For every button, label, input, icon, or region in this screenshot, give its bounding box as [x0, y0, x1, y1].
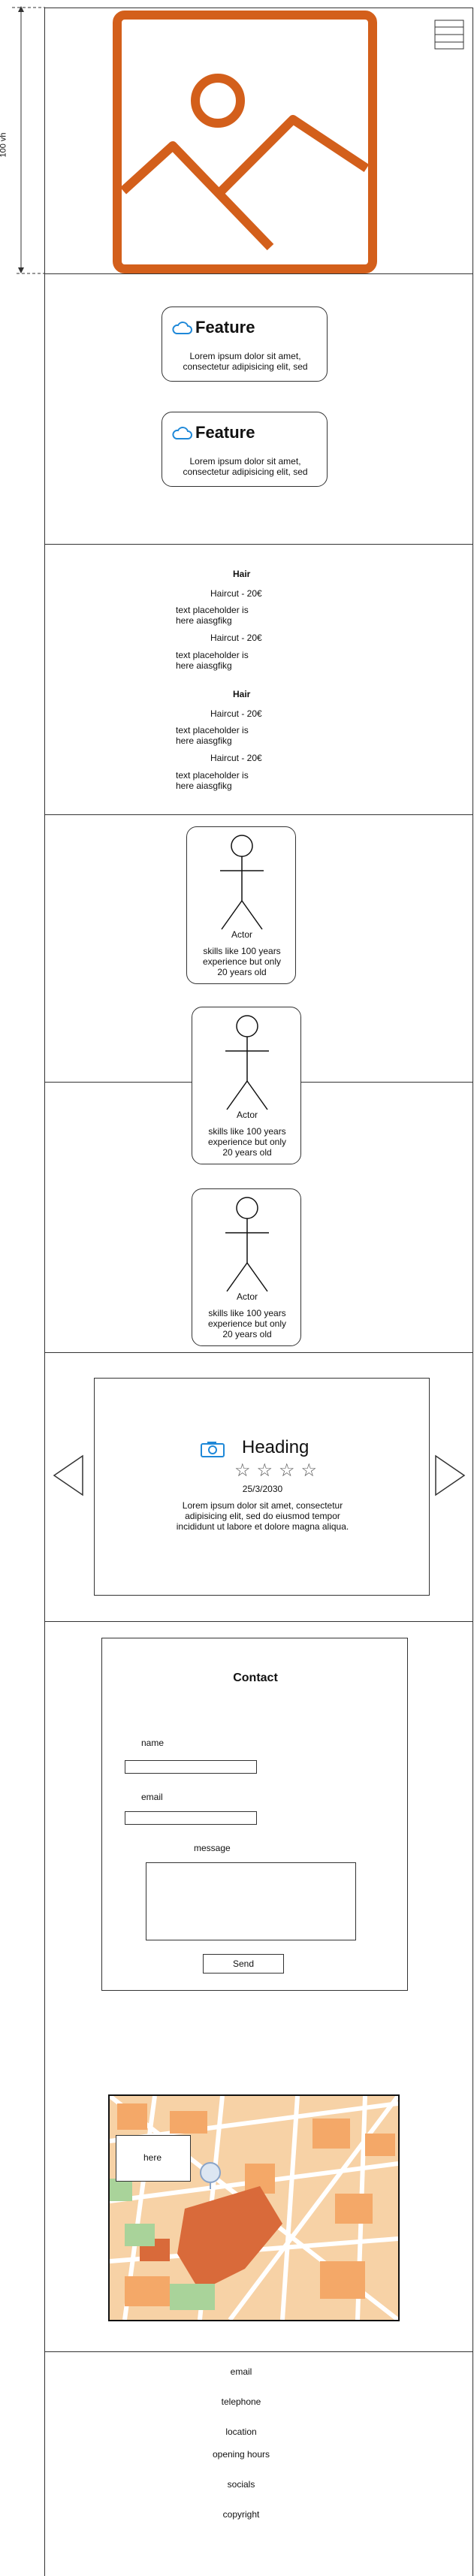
contact-form: Contact name email message Send: [101, 1638, 408, 1991]
star-icon: ☆: [256, 1460, 279, 1481]
footer: email telephone location opening hours s…: [44, 2351, 473, 2576]
team-bio: skills like 100 years experience but onl…: [187, 946, 297, 977]
team-role: Actor: [231, 929, 252, 940]
pricing-item-desc: here aiasgfikg: [176, 781, 232, 791]
carousel-next-arrow-icon[interactable]: [434, 1454, 466, 1496]
feature-text-line: Lorem ipsum dolor sit amet,: [189, 351, 301, 361]
actor-figure-icon: [225, 1197, 269, 1292]
map-image: [110, 2096, 398, 2320]
location-map[interactable]: here: [108, 2094, 400, 2321]
feature-card: Feature Lorem ipsum dolor sit amet, cons…: [162, 307, 328, 382]
team-bio-line: experience but only: [202, 956, 282, 967]
pricing-item-desc: text placeholder is: [176, 725, 249, 735]
pricing-item-desc: here aiasgfikg: [176, 615, 232, 626]
feature-text-line: consectetur adipisicing elit, sed: [183, 467, 308, 477]
feature-text: Lorem ipsum dolor sit amet, consectetur …: [162, 456, 328, 477]
review-heading: Heading: [242, 1437, 309, 1457]
section-divider: [44, 1621, 473, 1622]
send-button[interactable]: Send: [203, 1954, 284, 1974]
review-text-line: Lorem ipsum dolor sit amet, consectetur: [182, 1500, 343, 1511]
team-role: Actor: [236, 1291, 258, 1302]
footer-telephone-link[interactable]: telephone: [44, 2396, 438, 2407]
star-icon: ☆: [300, 1460, 324, 1481]
pricing-item-name: Haircut - 20€: [210, 708, 262, 719]
rating-stars: ☆☆☆☆: [234, 1460, 323, 1481]
pricing-item-name: Haircut - 20€: [210, 588, 262, 599]
team-bio-line: skills like 100 years: [203, 946, 281, 956]
pricing-heading: Hair: [233, 689, 251, 699]
footer-location-link[interactable]: location: [44, 2427, 438, 2437]
footer-email-link[interactable]: email: [44, 2366, 438, 2377]
footer-socials-link[interactable]: socials: [44, 2479, 438, 2490]
feature-title: Feature: [195, 318, 255, 337]
pricing-item-desc: here aiasgfikg: [176, 660, 232, 671]
actor-figure-icon: [225, 1015, 269, 1110]
team-bio-line: experience but only: [207, 1137, 287, 1147]
height-marker-label: 100 vh: [0, 132, 8, 158]
hero-image-icon: [113, 11, 377, 273]
team-bio: skills like 100 years experience but onl…: [192, 1308, 302, 1339]
camera-icon: [201, 1442, 225, 1457]
review-date: 25/3/2030: [242, 1484, 283, 1494]
map-marker-label: here: [143, 2152, 162, 2163]
review-text-line: adipisicing elit, sed do eiusmod tempor: [185, 1511, 340, 1521]
pricing-heading: Hair: [233, 569, 251, 579]
team-bio: skills like 100 years experience but onl…: [192, 1126, 302, 1158]
team-card: Actor skills like 100 years experience b…: [186, 826, 296, 984]
feature-card: Feature Lorem ipsum dolor sit amet, cons…: [162, 412, 328, 487]
team-card: Actor skills like 100 years experience b…: [192, 1007, 301, 1164]
cloud-icon: [172, 427, 192, 439]
review-text: Lorem ipsum dolor sit amet, consectetur …: [95, 1500, 430, 1532]
pricing-item-desc: here aiasgfikg: [176, 735, 232, 746]
pricing-item-desc: text placeholder is: [176, 650, 249, 660]
carousel-prev-arrow-icon[interactable]: [53, 1454, 84, 1496]
actor-figure-icon: [220, 835, 264, 930]
email-label: email: [141, 1792, 163, 1802]
name-label: name: [141, 1738, 165, 1748]
team-card: Actor skills like 100 years experience b…: [192, 1188, 301, 1346]
section-divider: [44, 273, 473, 274]
team-bio-line: skills like 100 years: [208, 1308, 286, 1318]
map-marker-callout: here: [116, 2135, 191, 2182]
hamburger-menu-icon[interactable]: [434, 20, 464, 50]
cloud-icon: [172, 322, 192, 334]
footer-opening-hours: opening hours: [212, 2449, 270, 2460]
pricing-item-desc: text placeholder is: [176, 770, 249, 781]
section-divider: [44, 544, 473, 545]
feature-text-line: consectetur adipisicing elit, sed: [183, 361, 308, 372]
star-icon: ☆: [234, 1460, 257, 1481]
viewport-height-marker: 100 vh: [0, 0, 53, 278]
feature-text-line: Lorem ipsum dolor sit amet,: [189, 456, 301, 467]
section-divider: [44, 1352, 473, 1353]
star-icon: ☆: [279, 1460, 301, 1481]
team-bio-line: 20 years old: [217, 967, 267, 977]
team-bio-line: skills like 100 years: [208, 1126, 286, 1137]
team-bio-line: 20 years old: [222, 1147, 272, 1158]
footer-copyright: copyright: [222, 2509, 260, 2520]
review-text-line: incididunt ut labore et dolore magna ali…: [176, 1521, 349, 1532]
section-divider: [44, 814, 473, 815]
name-field[interactable]: [125, 1760, 257, 1774]
pricing-list: Hair Haircut - 20€ text placeholder is h…: [173, 567, 308, 793]
feature-title: Feature: [195, 423, 255, 442]
feature-text: Lorem ipsum dolor sit amet, consectetur …: [162, 351, 328, 372]
pricing-item-desc: text placeholder is: [176, 605, 249, 615]
team-bio-line: 20 years old: [222, 1329, 272, 1339]
team-bio-line: experience but only: [207, 1318, 287, 1329]
review-card: Heading ☆☆☆☆ 25/3/2030 Lorem ipsum dolor…: [94, 1378, 430, 1596]
message-label: message: [194, 1843, 231, 1853]
map-pin-icon: [200, 2162, 221, 2189]
pricing-item-name: Haircut - 20€: [210, 753, 262, 763]
pricing-item-name: Haircut - 20€: [210, 633, 262, 643]
email-field[interactable]: [125, 1811, 257, 1825]
team-role: Actor: [236, 1110, 258, 1120]
contact-title: Contact: [233, 1672, 278, 1684]
message-field[interactable]: [146, 1862, 356, 1940]
